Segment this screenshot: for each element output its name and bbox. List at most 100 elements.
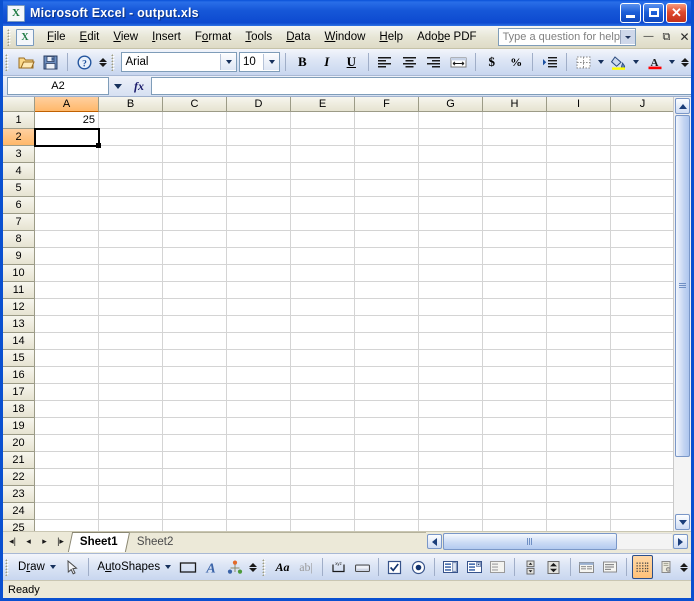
cell-F3[interactable]: [355, 146, 419, 163]
cell-I5[interactable]: [547, 180, 611, 197]
row-header-18[interactable]: 18: [3, 401, 35, 418]
cell-H13[interactable]: [483, 316, 547, 333]
font-color-chevron-down-icon[interactable]: [666, 50, 678, 74]
align-center-icon[interactable]: [398, 50, 420, 74]
list-box-icon[interactable]: [440, 555, 462, 579]
cell-E1[interactable]: [291, 112, 355, 129]
label-control-icon[interactable]: Aa: [272, 555, 294, 579]
cell-F18[interactable]: [355, 401, 419, 418]
column-header-D[interactable]: D: [227, 97, 291, 112]
cell-I15[interactable]: [547, 350, 611, 367]
cell-J8[interactable]: [611, 231, 673, 248]
cell-A19[interactable]: [35, 418, 99, 435]
cell-G16[interactable]: [419, 367, 483, 384]
control-toolbox-options-icon[interactable]: [678, 556, 691, 578]
column-header-C[interactable]: C: [163, 97, 227, 112]
cell-G11[interactable]: [419, 282, 483, 299]
cell-J19[interactable]: [611, 418, 673, 435]
cell-E6[interactable]: [291, 197, 355, 214]
cell-A4[interactable]: [35, 163, 99, 180]
cell-I22[interactable]: [547, 469, 611, 486]
option-button-icon[interactable]: [407, 555, 429, 579]
row-header-10[interactable]: 10: [3, 265, 35, 282]
cell-G17[interactable]: [419, 384, 483, 401]
cell-B9[interactable]: [99, 248, 163, 265]
font-size-combo[interactable]: 10: [239, 52, 281, 72]
cell-A5[interactable]: [35, 180, 99, 197]
cell-H1[interactable]: [483, 112, 547, 129]
cell-I8[interactable]: [547, 231, 611, 248]
cell-B14[interactable]: [99, 333, 163, 350]
cell-C20[interactable]: [163, 435, 227, 452]
cell-J15[interactable]: [611, 350, 673, 367]
more-controls-icon[interactable]: [655, 555, 677, 579]
cell-B2[interactable]: [99, 129, 163, 146]
open-icon[interactable]: [15, 50, 37, 74]
autoshapes-menu-button[interactable]: AutoShapes: [93, 561, 163, 573]
cell-C15[interactable]: [163, 350, 227, 367]
cell-I3[interactable]: [547, 146, 611, 163]
row-header-16[interactable]: 16: [3, 367, 35, 384]
cell-C3[interactable]: [163, 146, 227, 163]
draw-chevron-down-icon[interactable]: [49, 565, 56, 569]
draw-menu-button[interactable]: Draw: [14, 561, 48, 573]
cell-J14[interactable]: [611, 333, 673, 350]
cell-I21[interactable]: [547, 452, 611, 469]
menu-file[interactable]: File: [40, 28, 73, 47]
cell-D15[interactable]: [227, 350, 291, 367]
spin-button-icon[interactable]: [543, 555, 565, 579]
cell-J20[interactable]: [611, 435, 673, 452]
increase-indent-icon[interactable]: [538, 50, 560, 74]
cell-J3[interactable]: [611, 146, 673, 163]
scroll-up-icon[interactable]: [675, 98, 690, 114]
cell-grid[interactable]: 25: [34, 112, 673, 531]
cell-G8[interactable]: [419, 231, 483, 248]
row-header-3[interactable]: 3: [3, 146, 35, 163]
name-box[interactable]: A2: [7, 77, 109, 95]
cell-D21[interactable]: [227, 452, 291, 469]
cell-A24[interactable]: [35, 503, 99, 520]
formula-input[interactable]: [151, 77, 691, 95]
cell-I24[interactable]: [547, 503, 611, 520]
cell-F13[interactable]: [355, 316, 419, 333]
sheet-tab-sheet1[interactable]: Sheet1: [67, 532, 130, 552]
cell-B13[interactable]: [99, 316, 163, 333]
cell-J12[interactable]: [611, 299, 673, 316]
cell-G10[interactable]: [419, 265, 483, 282]
cell-D4[interactable]: [227, 163, 291, 180]
cell-H19[interactable]: [483, 418, 547, 435]
cell-B23[interactable]: [99, 486, 163, 503]
cell-D1[interactable]: [227, 112, 291, 129]
cell-C13[interactable]: [163, 316, 227, 333]
cell-D11[interactable]: [227, 282, 291, 299]
cell-H4[interactable]: [483, 163, 547, 180]
cell-G4[interactable]: [419, 163, 483, 180]
cell-E18[interactable]: [291, 401, 355, 418]
column-header-B[interactable]: B: [99, 97, 163, 112]
cell-J17[interactable]: [611, 384, 673, 401]
cell-E25[interactable]: [291, 520, 355, 531]
row-header-4[interactable]: 4: [3, 163, 35, 180]
cell-A25[interactable]: [35, 520, 99, 531]
cell-D17[interactable]: [227, 384, 291, 401]
cell-B4[interactable]: [99, 163, 163, 180]
cell-A11[interactable]: [35, 282, 99, 299]
cell-F10[interactable]: [355, 265, 419, 282]
cell-G13[interactable]: [419, 316, 483, 333]
cell-B12[interactable]: [99, 299, 163, 316]
maximize-button[interactable]: [643, 3, 664, 23]
cell-E17[interactable]: [291, 384, 355, 401]
cell-B22[interactable]: [99, 469, 163, 486]
column-header-J[interactable]: J: [611, 97, 673, 112]
formatting-toolbar-grip[interactable]: [111, 53, 119, 71]
borders-chevron-down-icon[interactable]: [594, 50, 606, 74]
cell-H23[interactable]: [483, 486, 547, 503]
diagram-icon[interactable]: [224, 555, 246, 579]
cell-G2[interactable]: [419, 129, 483, 146]
cell-C17[interactable]: [163, 384, 227, 401]
cell-J22[interactable]: [611, 469, 673, 486]
cell-E13[interactable]: [291, 316, 355, 333]
cell-C6[interactable]: [163, 197, 227, 214]
cell-I25[interactable]: [547, 520, 611, 531]
cell-H11[interactable]: [483, 282, 547, 299]
